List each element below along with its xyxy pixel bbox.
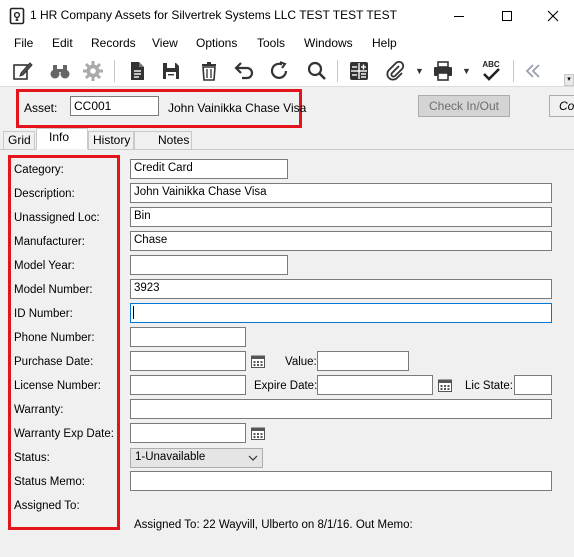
close-button[interactable] [530,0,574,31]
toolbar-overflow-button[interactable]: ▾ [564,74,574,86]
model-year-field[interactable] [130,255,288,275]
status-memo-field[interactable] [130,471,552,491]
undo-icon[interactable] [231,58,257,84]
minimize-button[interactable] [436,0,482,31]
tab-info[interactable]: Info [36,128,88,150]
window-title: 1 HR Company Assets for Silvertrek Syste… [30,8,398,22]
value-field[interactable] [317,351,409,371]
phone-number-label: Phone Number: [14,332,95,344]
warranty-exp-date-field[interactable] [130,423,246,443]
redo-icon[interactable] [267,58,293,84]
purchase-date-field[interactable] [130,351,246,371]
status-selected-value: 1-Unavailable [135,451,206,463]
menu-edit[interactable]: Edit [52,36,73,50]
unassigned-loc-label: Unassigned Loc: [14,212,100,224]
asset-code-field[interactable]: CC001 [70,96,159,116]
warranty-label: Warranty: [14,404,64,416]
svg-text:ABC: ABC [482,60,500,69]
model-number-label: Model Number: [14,284,93,296]
menu-options[interactable]: Options [196,36,237,50]
copy-button[interactable]: Cop [549,95,574,117]
assigned-to-label: Assigned To: [14,500,80,512]
menu-bar [0,31,574,55]
gear-icon[interactable] [80,58,106,84]
category-label: Category: [14,164,64,176]
search-icon[interactable] [304,58,330,84]
asset-description: John Vainikka Chase Visa [168,101,307,115]
attach-icon[interactable] [382,58,408,84]
menu-records[interactable]: Records [91,36,136,50]
expire-date-label: Expire Date: [254,380,318,392]
toolbar-separator [337,60,338,82]
manufacturer-field[interactable]: Chase [130,231,552,251]
attach-dropdown-icon[interactable]: ▼ [415,66,424,76]
minimize-icon [454,15,464,17]
assigned-to-note: Assigned To: 22 Wayvill, Ulberto on 8/1/… [134,519,413,531]
status-memo-label: Status Memo: [14,476,85,488]
calculator-icon[interactable] [346,58,372,84]
id-number-field[interactable] [130,303,552,323]
text-cursor [133,306,134,319]
expire-date-calendar-icon[interactable] [435,375,455,395]
close-icon [547,10,559,21]
warranty-exp-date-calendar-icon[interactable] [248,423,268,443]
edit-icon[interactable] [10,58,36,84]
warranty-exp-date-label: Warranty Exp Date: [14,428,114,440]
model-year-label: Model Year: [14,260,75,272]
toolbar-separator [114,60,115,82]
menu-windows[interactable]: Windows [304,36,353,50]
license-number-field[interactable] [130,375,246,395]
warranty-field[interactable] [130,399,552,419]
status-select[interactable]: 1-Unavailable [130,448,263,468]
menu-view[interactable]: View [152,36,178,50]
value-label: Value: [285,356,317,368]
lic-state-field[interactable] [514,375,552,395]
menu-tools[interactable]: Tools [257,36,285,50]
tab-grid[interactable]: Grid [3,131,35,149]
app-icon [9,7,25,25]
purchase-date-label: Purchase Date: [14,356,94,368]
manufacturer-label: Manufacturer: [14,236,85,248]
print-dropdown-icon[interactable]: ▼ [462,66,471,76]
menu-file[interactable]: File [14,36,33,50]
check-in-out-button[interactable]: Check In/Out [418,95,510,117]
active-tab-joiner [36,149,88,151]
binoculars-icon[interactable] [47,58,73,84]
collapse-icon[interactable] [520,58,546,84]
chevron-down-icon [248,455,258,461]
category-field[interactable]: Credit Card [130,159,288,179]
document-icon[interactable] [124,58,150,84]
purchase-date-calendar-icon[interactable] [248,351,268,371]
model-number-field[interactable]: 3923 [130,279,552,299]
lic-state-label: Lic State: [465,380,513,392]
delete-icon[interactable] [196,58,222,84]
maximize-button[interactable] [484,0,530,31]
status-label: Status: [14,452,50,464]
description-field[interactable]: John Vainikka Chase Visa [130,183,552,203]
expire-date-field[interactable] [317,375,433,395]
tab-history[interactable]: History [88,131,134,149]
toolbar-separator [513,60,514,82]
save-icon[interactable] [158,58,184,84]
license-number-label: License Number: [14,380,101,392]
id-number-label: ID Number: [14,308,73,320]
unassigned-loc-field[interactable]: Bin [130,207,552,227]
print-icon[interactable] [430,58,456,84]
phone-number-field[interactable] [130,327,246,347]
description-label: Description: [14,188,75,200]
maximize-icon [502,10,512,21]
spellcheck-icon[interactable]: ABC [478,58,504,84]
tab-notes[interactable]: Notes [134,131,192,149]
asset-label: Asset: [24,101,58,115]
menu-help[interactable]: Help [372,36,397,50]
